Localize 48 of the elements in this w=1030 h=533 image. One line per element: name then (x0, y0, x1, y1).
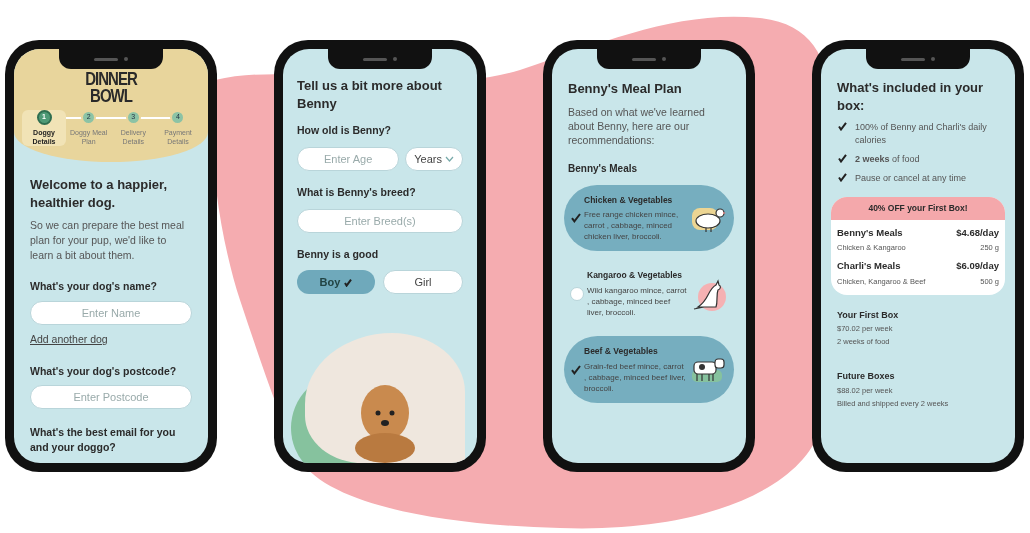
speaker-grille (94, 57, 118, 61)
add-dog-link[interactable]: Add another dog (30, 331, 108, 348)
question-label: What's your dog's name? (30, 279, 158, 294)
heading: Welcome to a happier, healthier dog. (30, 176, 169, 212)
unit-dropdown[interactable]: Years (405, 146, 463, 171)
heading: What's included in your box: (837, 79, 985, 115)
included-item: Pause or cancel at any time (855, 172, 967, 185)
section-heading: Benny's Meals (568, 161, 639, 176)
question-label: How old is Benny? (297, 123, 392, 138)
meal-description: Free range chicken mince, carrot , cabbage, minced chicken liver, broccoli. (584, 209, 680, 243)
option-button[interactable]: Girl (383, 270, 463, 295)
box-title: Future Boxes (837, 370, 896, 384)
plan-name: Charli's Meals (837, 259, 901, 274)
heading: Tell us a bit more about Benny (297, 77, 443, 113)
meal-description: Grain-fed beef mince, carrot , cabbage, minced beef liver, broccoli. (584, 360, 687, 394)
meal-name: Beef & Vegetables (584, 345, 659, 358)
chevron-down-icon (445, 155, 454, 162)
plan-price: $4.68/day (956, 225, 999, 240)
heading: Benny's Meal Plan (568, 80, 683, 98)
postcode-field[interactable]: Enter Postcode (30, 385, 192, 410)
plan-price: $6.09/day (956, 259, 999, 274)
included-item: 100% of Benny and Charli's daily calories (855, 121, 988, 147)
logo: DINNER BOWL (85, 69, 137, 104)
meal-card[interactable]: Kangaroo & Vegetables Wild kangaroo mince, carrot , cabbage, minced beef liver, broccoli. (564, 260, 734, 327)
intro-text: Based on what we've learned about Benny, here are our recommendations: (568, 104, 706, 147)
speaker-grille (363, 57, 387, 61)
question-label: What is Benny's breed? (297, 184, 417, 200)
intro-text: So we can prepare the best meal plan for your pup, we'd like to learn a bit about them. (30, 218, 186, 263)
option-button[interactable]: Boy (297, 270, 375, 295)
speaker-grille (632, 57, 656, 61)
name-field[interactable]: Enter Name (30, 300, 192, 325)
included-item: 2 weeks of food (855, 153, 920, 166)
speaker-grille (901, 57, 925, 61)
meal-card[interactable]: Beef & Vegetables Grain-fed beef mince, carrot , cabbage, minced beef liver, broccoli. (564, 336, 734, 403)
meal-name: Chicken & Vegetables (584, 193, 674, 207)
question-label: What's your dog's postcode? (30, 363, 178, 379)
breed-field[interactable]: Enter Breed(s) (297, 208, 463, 233)
question-label: What's the best email for you and your doggo? (30, 425, 177, 456)
age-field[interactable]: Enter Age (297, 146, 400, 171)
meal-card[interactable]: Chicken & Vegetables Free range chicken mince, carrot , cabbage, minced chicken liver, broccoli. (564, 184, 734, 252)
check-icon (837, 121, 847, 131)
box-title: Your First Box (837, 308, 900, 322)
check-icon (343, 277, 353, 287)
promo-banner: 40% OFF your First Box! (831, 197, 1005, 220)
question-label: Benny is a good (297, 246, 380, 262)
meal-name: Kangaroo & Vegetables (587, 269, 683, 282)
plan-name: Benny's Meals (837, 225, 903, 240)
meal-description: Wild kangaroo mince, carrot , cabbage, minced beef liver, broccoli. (587, 285, 687, 318)
